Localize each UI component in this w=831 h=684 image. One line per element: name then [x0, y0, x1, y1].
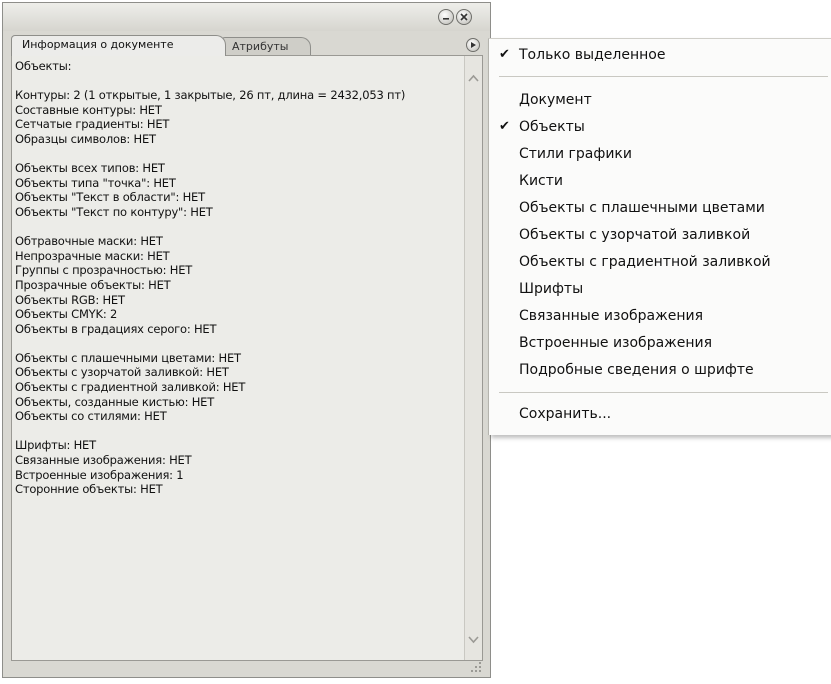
vertical-scrollbar[interactable]: [464, 56, 482, 660]
close-icon: [460, 13, 468, 21]
menu-item-label: Подробные сведения о шрифте: [519, 362, 754, 378]
panel-flyout-menu: ✔ Только выделенное Документ ✔ Объекты С…: [488, 38, 831, 435]
menu-item-label: Объекты с градиентной заливкой: [519, 254, 771, 270]
minimize-icon: [443, 18, 449, 20]
menu-item-save[interactable]: Сохранить...: [489, 402, 831, 426]
panel-tabs: Информация о документе Атрибуты: [11, 33, 482, 56]
document-info-text: Объекты: Контуры: 2 (1 открытые, 1 закры…: [15, 59, 406, 497]
document-info-panel: Информация о документе Атрибуты Объекты:…: [2, 2, 491, 678]
scroll-up-arrow-icon: [468, 74, 479, 82]
scroll-up-button[interactable]: [466, 70, 481, 86]
menu-item-label: Только выделенное: [519, 47, 666, 63]
menu-item-label: Связанные изображения: [519, 308, 704, 324]
resize-grip-icon[interactable]: [470, 661, 482, 673]
menu-item-label: Объекты с плашечными цветами: [519, 200, 765, 216]
checkmark-icon: ✔: [499, 119, 510, 134]
panel-statusbar: [11, 659, 482, 673]
menu-item-label: Сохранить...: [519, 406, 612, 422]
scroll-down-button[interactable]: [466, 632, 481, 648]
menu-separator: [499, 76, 828, 77]
menu-separator: [499, 392, 828, 393]
menu-item-label: Стили графики: [519, 146, 632, 162]
minimize-button[interactable]: [438, 9, 454, 25]
menu-item-graphic-styles[interactable]: Стили графики: [489, 142, 831, 166]
menu-item-linked-images[interactable]: Связанные изображения: [489, 304, 831, 328]
tab-attributes-label: Атрибуты: [232, 40, 289, 53]
menu-item-selected-only[interactable]: ✔ Только выделенное: [489, 43, 831, 67]
menu-item-pattern-objects[interactable]: Объекты с узорчатой заливкой: [489, 223, 831, 247]
menu-item-fonts[interactable]: Шрифты: [489, 277, 831, 301]
tab-attributes[interactable]: Атрибуты: [221, 37, 311, 55]
panel-menu-button[interactable]: [466, 38, 480, 52]
menu-item-label: Объекты: [519, 119, 585, 135]
menu-item-objects[interactable]: ✔ Объекты: [489, 115, 831, 139]
menu-item-gradient-objects[interactable]: Объекты с градиентной заливкой: [489, 250, 831, 274]
menu-item-label: Документ: [519, 92, 592, 108]
menu-item-label: Встроенные изображения: [519, 335, 713, 351]
checkmark-icon: ✔: [499, 47, 510, 62]
menu-item-label: Шрифты: [519, 281, 584, 297]
tab-document-info[interactable]: Информация о документе: [11, 35, 226, 56]
menu-item-brushes[interactable]: Кисти: [489, 169, 831, 193]
menu-item-embedded-images[interactable]: Встроенные изображения: [489, 331, 831, 355]
document-info-content: Объекты: Контуры: 2 (1 открытые, 1 закры…: [11, 55, 483, 661]
menu-item-label: Кисти: [519, 173, 563, 189]
panel-menu-arrow-icon: [471, 42, 476, 48]
scroll-down-arrow-icon: [468, 636, 479, 644]
menu-item-label: Объекты с узорчатой заливкой: [519, 227, 751, 243]
close-button[interactable]: [456, 9, 472, 25]
menu-item-spot-color-objects[interactable]: Объекты с плашечными цветами: [489, 196, 831, 220]
menu-item-font-details[interactable]: Подробные сведения о шрифте: [489, 358, 831, 382]
panel-titlebar[interactable]: [3, 3, 490, 31]
menu-item-document[interactable]: Документ: [489, 88, 831, 112]
tab-document-info-label: Информация о документе: [22, 38, 174, 51]
